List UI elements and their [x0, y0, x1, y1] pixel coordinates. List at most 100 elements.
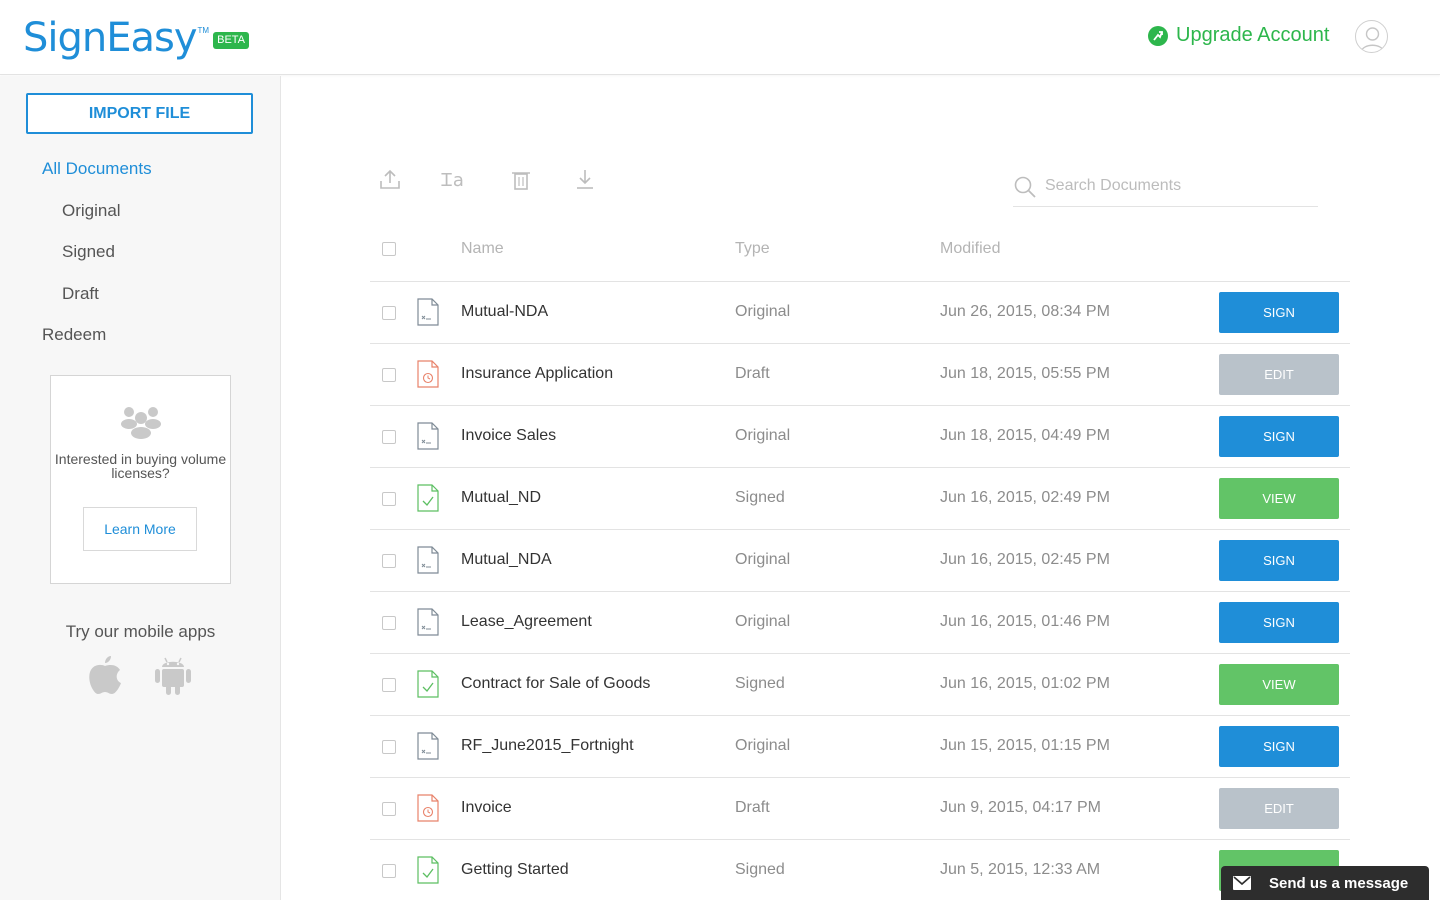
document-name[interactable]: Lease_Agreement [461, 613, 592, 631]
import-file-button[interactable]: IMPORT FILE [26, 93, 253, 134]
document-name[interactable]: Mutual_ND [461, 489, 541, 507]
row-checkbox[interactable] [382, 368, 396, 382]
search-documents-input[interactable] [1045, 177, 1310, 195]
table-row[interactable]: Mutual_ND Signed Jun 16, 2015, 02:49 PM VIE… [370, 468, 1350, 530]
envelope-icon [1233, 876, 1251, 890]
document-modified: Jun 15, 2015, 01:15 PM [940, 737, 1110, 754]
column-header-name[interactable]: Name [461, 240, 504, 258]
view-button[interactable]: VIEW [1219, 478, 1339, 519]
send-message-widget[interactable]: Send us a message [1221, 866, 1429, 900]
download-icon[interactable] [572, 167, 598, 193]
row-checkbox[interactable] [382, 492, 396, 506]
nav-redeem[interactable]: Redeem [42, 325, 106, 345]
table-row[interactable]: Mutual-NDA Original Jun 26, 2015, 08:34 PM… [370, 282, 1350, 344]
select-all-checkbox[interactable] [382, 242, 396, 256]
top-header: SignEasy TM BETA Upgrade Account [0, 0, 1440, 75]
row-checkbox[interactable] [382, 306, 396, 320]
row-checkbox[interactable] [382, 430, 396, 444]
document-modified: Jun 18, 2015, 05:55 PM [940, 365, 1110, 382]
sign-button[interactable]: SIGN [1219, 416, 1339, 457]
draft-document-icon [417, 360, 439, 393]
signed-document-icon [417, 670, 439, 703]
row-checkbox[interactable] [382, 802, 396, 816]
search-icon[interactable] [1013, 175, 1037, 199]
upgrade-account-link[interactable]: Upgrade Account [1148, 24, 1329, 47]
table-row[interactable]: RF_June2015_Fortnight Original Jun 15, 201… [370, 716, 1350, 778]
document-type: Original [735, 303, 791, 320]
learn-more-button[interactable]: Learn More [83, 507, 197, 551]
beta-badge: BETA [213, 32, 250, 49]
document-icon [417, 298, 439, 331]
table-row[interactable]: Lease_Agreement Original Jun 16, 2015, 01:… [370, 592, 1350, 654]
document-modified: Jun 26, 2015, 08:34 PM [940, 303, 1110, 320]
table-header: Name Type Modified [370, 228, 1350, 282]
document-type: Draft [735, 799, 770, 816]
sidebar: IMPORT FILE All Documents Original Signe… [0, 76, 281, 900]
view-button[interactable]: VIEW [1219, 664, 1339, 705]
sign-button[interactable]: SIGN [1219, 726, 1339, 767]
nav-signed[interactable]: Signed [62, 242, 115, 262]
table-row[interactable]: Mutual_NDA Original Jun 16, 2015, 02:45 PM… [370, 530, 1350, 592]
table-row[interactable]: Contract for Sale of Goods Signed Jun 16, … [370, 654, 1350, 716]
table-row[interactable]: Invoice Draft Jun 9, 2015, 04:17 PM EDIT [370, 778, 1350, 840]
document-name[interactable]: Invoice Sales [461, 427, 556, 445]
nav-all-documents[interactable]: All Documents [42, 159, 152, 179]
row-checkbox[interactable] [382, 554, 396, 568]
document-type: Original [735, 427, 791, 444]
document-modified: Jun 16, 2015, 02:45 PM [940, 551, 1110, 568]
document-type: Original [735, 737, 791, 754]
document-type: Signed [735, 675, 785, 692]
document-modified: Jun 9, 2015, 04:17 PM [940, 799, 1101, 816]
sign-button[interactable]: SIGN [1219, 602, 1339, 643]
trash-icon[interactable] [508, 167, 534, 193]
search-box [1013, 173, 1318, 207]
document-type: Original [735, 613, 791, 630]
group-users-icon [121, 407, 161, 439]
svg-text:Ꮖa: Ꮖa [441, 170, 464, 191]
table-row[interactable]: Insurance Application Draft Jun 18, 2015, … [370, 344, 1350, 406]
document-modified: Jun 16, 2015, 02:49 PM [940, 489, 1110, 506]
document-modified: Jun 5, 2015, 12:33 AM [940, 861, 1101, 878]
edit-button[interactable]: EDIT [1219, 354, 1339, 395]
row-checkbox[interactable] [382, 678, 396, 692]
rename-icon[interactable]: Ꮖa [441, 167, 471, 193]
document-name[interactable]: Mutual_NDA [461, 551, 552, 569]
document-modified: Jun 16, 2015, 01:02 PM [940, 675, 1110, 692]
row-checkbox[interactable] [382, 864, 396, 878]
upgrade-label: Upgrade Account [1176, 24, 1330, 46]
android-icon[interactable] [154, 654, 192, 696]
document-type: Signed [735, 489, 785, 506]
apple-icon[interactable] [87, 654, 123, 696]
logo-text: SignEasy [23, 15, 198, 61]
user-avatar[interactable] [1355, 20, 1388, 53]
signed-document-icon [417, 856, 439, 889]
sign-button[interactable]: SIGN [1219, 540, 1339, 581]
table-row[interactable]: Getting Started Signed Jun 5, 2015, 12:33 … [370, 840, 1350, 900]
column-header-modified[interactable]: Modified [940, 240, 1000, 258]
document-icon [417, 732, 439, 765]
document-modified: Jun 16, 2015, 01:46 PM [940, 613, 1110, 630]
edit-button[interactable]: EDIT [1219, 788, 1339, 829]
document-name[interactable]: RF_June2015_Fortnight [461, 737, 634, 755]
promo-text: Interested in buying volume licenses? [54, 451, 227, 481]
nav-draft[interactable]: Draft [62, 284, 99, 304]
sign-button[interactable]: SIGN [1219, 292, 1339, 333]
signed-document-icon [417, 484, 439, 517]
document-name[interactable]: Contract for Sale of Goods [461, 675, 650, 693]
share-upload-icon[interactable] [377, 167, 403, 193]
table-row[interactable]: Invoice Sales Original Jun 18, 2015, 04:49… [370, 406, 1350, 468]
user-icon [1360, 27, 1385, 52]
document-name[interactable]: Getting Started [461, 861, 569, 879]
nav-original[interactable]: Original [62, 201, 121, 221]
document-icon [417, 422, 439, 455]
column-header-type[interactable]: Type [735, 240, 770, 258]
row-checkbox[interactable] [382, 616, 396, 630]
volume-license-promo: Interested in buying volume licenses? Le… [50, 375, 231, 584]
row-checkbox[interactable] [382, 740, 396, 754]
document-name[interactable]: Insurance Application [461, 365, 613, 383]
upgrade-icon [1148, 25, 1168, 46]
document-name[interactable]: Mutual-NDA [461, 303, 548, 321]
mobile-apps-title: Try our mobile apps [65, 622, 216, 641]
document-name[interactable]: Invoice [461, 799, 512, 817]
signeasy-logo[interactable]: SignEasy TM BETA [23, 12, 250, 64]
